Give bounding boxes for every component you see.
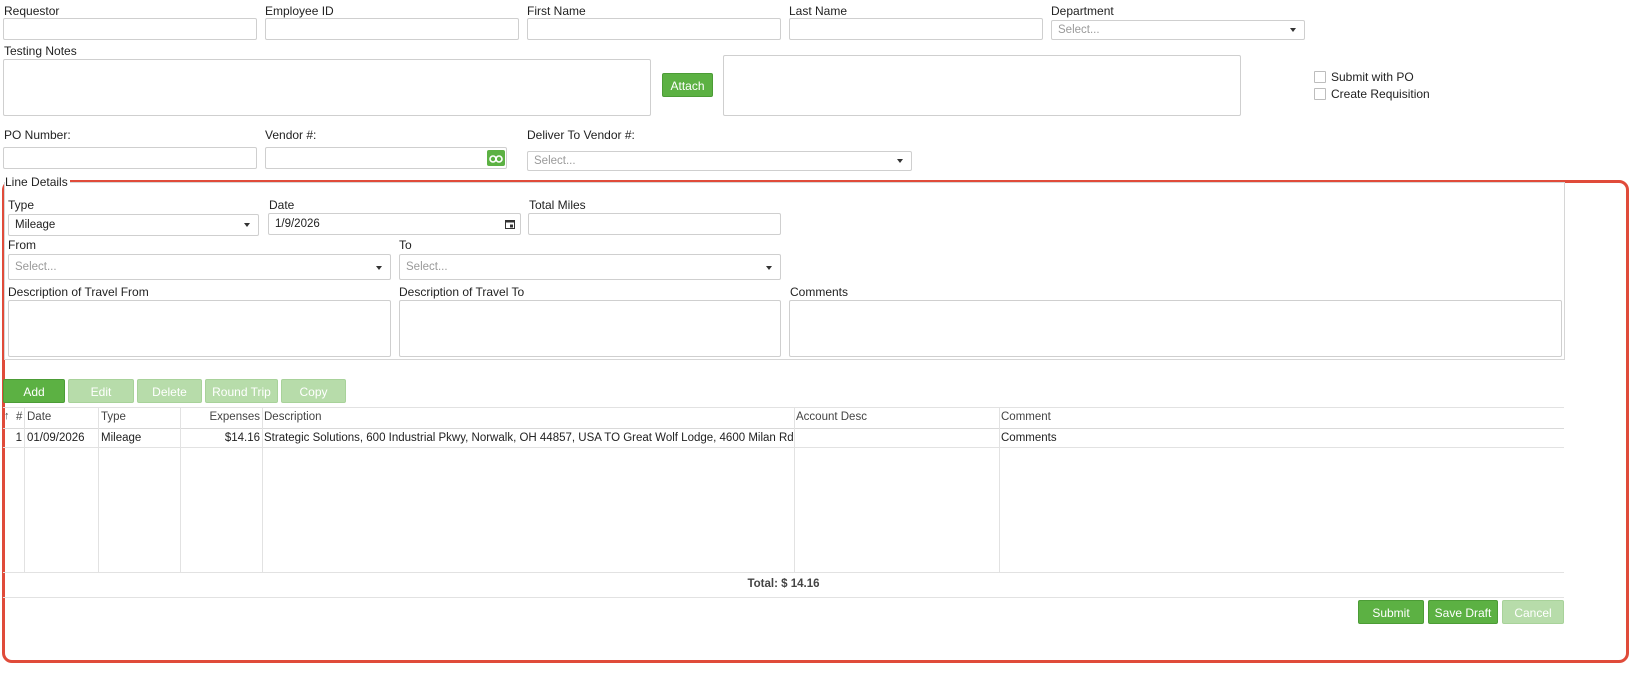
vendor-lookup-button[interactable]	[487, 150, 505, 166]
col-header-comment[interactable]: Comment	[1001, 411, 1051, 423]
first-name-label: First Name	[527, 4, 586, 18]
date-input[interactable]: 1/9/2026	[268, 213, 521, 235]
col-header-type[interactable]: Type	[101, 411, 126, 423]
desc-to-label: Description of Travel To	[399, 285, 525, 299]
chevron-down-icon	[897, 159, 903, 163]
copy-button[interactable]: Copy	[281, 379, 346, 403]
grid-top-border	[3, 407, 1564, 408]
vendor-number-input[interactable]	[265, 147, 507, 169]
submit-button[interactable]: Submit	[1358, 600, 1424, 624]
testing-notes-label: Testing Notes	[4, 44, 77, 58]
date-value: 1/9/2026	[275, 218, 320, 230]
testing-notes-textarea[interactable]	[3, 59, 651, 116]
total-miles-input[interactable]	[528, 213, 781, 235]
fieldset-left-border	[4, 182, 5, 359]
po-number-input[interactable]	[3, 147, 257, 169]
table-row[interactable]: 1 01/09/2026 Mileage $14.16 Strategic So…	[3, 429, 1564, 447]
to-label: To	[399, 238, 412, 252]
from-label: From	[8, 238, 36, 252]
row-num: 1	[15, 432, 22, 444]
deliver-to-vendor-placeholder: Select...	[534, 155, 576, 167]
fieldset-bottom-border	[4, 359, 1565, 360]
comments-label: Comments	[790, 285, 849, 299]
date-label: Date	[269, 198, 295, 212]
col-header-date[interactable]: Date	[27, 411, 51, 423]
chevron-down-icon	[244, 223, 250, 227]
fieldset-right-border	[1564, 182, 1565, 359]
type-label: Type	[8, 198, 35, 212]
row-comment: Comments	[1001, 432, 1057, 444]
sort-arrow-icon[interactable]: ↑	[4, 410, 10, 422]
department-label: Department	[1051, 4, 1114, 18]
line-details-legend: Line Details	[5, 175, 70, 189]
chevron-down-icon	[766, 266, 772, 270]
create-requisition-checkbox[interactable]	[1314, 88, 1326, 100]
col-header-expenses[interactable]: Expenses	[182, 411, 260, 423]
row-date: 01/09/2026	[27, 432, 85, 444]
deliver-to-vendor-label: Deliver To Vendor #:	[527, 128, 635, 142]
department-select[interactable]: Select...	[1051, 20, 1305, 40]
delete-button[interactable]: Delete	[137, 379, 202, 403]
round-trip-button[interactable]: Round Trip	[205, 379, 278, 403]
grid-body-bottom-border	[3, 572, 1564, 573]
edit-button[interactable]: Edit	[68, 379, 134, 403]
submit-with-po-label: Submit with PO	[1331, 70, 1414, 84]
desc-from-textarea[interactable]	[8, 300, 391, 357]
create-requisition-label: Create Requisition	[1331, 87, 1430, 101]
desc-to-textarea[interactable]	[399, 300, 781, 357]
to-select[interactable]: Select...	[399, 254, 781, 280]
col-header-num[interactable]: #	[16, 411, 22, 423]
employee-id-input[interactable]	[265, 18, 519, 40]
vendor-number-label: Vendor #:	[265, 128, 317, 142]
po-number-label: PO Number:	[4, 128, 71, 142]
cancel-button[interactable]: Cancel	[1502, 600, 1564, 624]
chevron-down-icon	[376, 266, 382, 270]
row-expenses: $14.16	[224, 432, 260, 444]
submit-with-po-checkbox[interactable]	[1314, 71, 1326, 83]
first-name-input[interactable]	[527, 18, 781, 40]
comments-textarea[interactable]	[789, 300, 1562, 357]
binoculars-icon	[489, 155, 503, 163]
col-header-description[interactable]: Description	[264, 411, 322, 423]
requestor-label: Requestor	[4, 4, 60, 18]
desc-from-label: Description of Travel From	[8, 285, 149, 299]
to-placeholder: Select...	[406, 261, 448, 273]
deliver-to-vendor-select[interactable]: Select...	[527, 151, 912, 171]
department-placeholder: Select...	[1058, 24, 1100, 36]
total-miles-label: Total Miles	[529, 198, 586, 212]
attachments-box	[723, 55, 1241, 116]
fieldset-top-border	[70, 182, 1565, 183]
grid-footer-bottom-border	[3, 597, 1564, 598]
type-select[interactable]: Mileage	[8, 214, 259, 236]
add-button[interactable]: Add	[3, 379, 65, 403]
chevron-down-icon	[1290, 28, 1296, 32]
calendar-icon[interactable]	[505, 219, 515, 229]
grid-row-border	[3, 447, 1564, 448]
from-select[interactable]: Select...	[8, 254, 391, 280]
from-placeholder: Select...	[15, 261, 57, 273]
type-value: Mileage	[15, 219, 56, 231]
save-draft-button[interactable]: Save Draft	[1428, 600, 1498, 624]
attach-button[interactable]: Attach	[662, 73, 713, 97]
col-header-account-desc[interactable]: Account Desc	[796, 411, 867, 423]
row-description: Strategic Solutions, 600 Industrial Pkwy…	[264, 432, 794, 444]
last-name-input[interactable]	[789, 18, 1043, 40]
employee-id-label: Employee ID	[265, 4, 334, 18]
requestor-input[interactable]	[3, 18, 257, 40]
row-type: Mileage	[101, 432, 142, 444]
last-name-label: Last Name	[789, 4, 848, 18]
grid-total: Total: $ 14.16	[747, 578, 820, 590]
